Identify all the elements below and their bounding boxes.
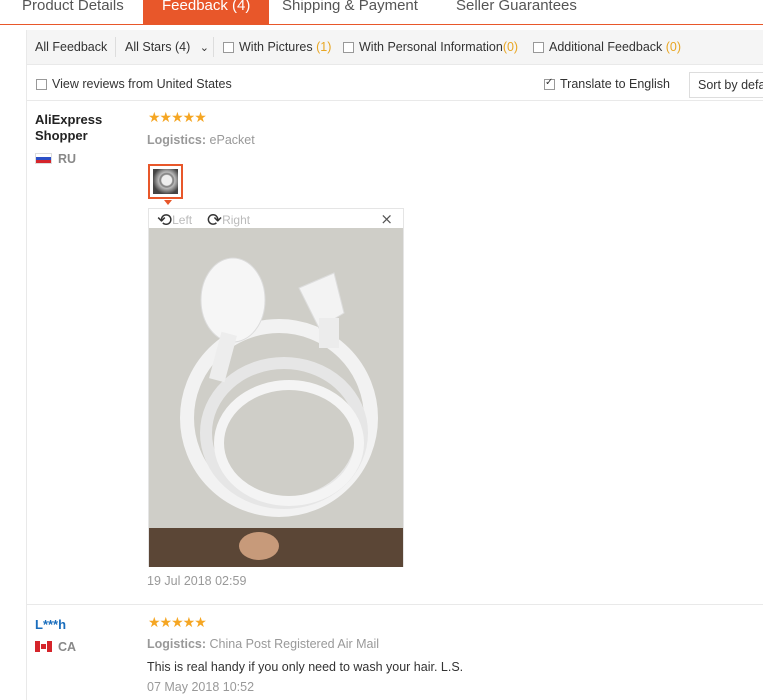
with-pictures-count: (1): [316, 40, 332, 54]
review-item: AliExpress Shopper RU ★★★★★ Logistics: e…: [27, 100, 763, 605]
view-from-us-checkbox[interactable]: [36, 79, 47, 90]
photo-viewer-toolbar: ⟲Left ⟳Right ×: [149, 209, 403, 231]
tab-shipping-payment[interactable]: Shipping & Payment: [282, 0, 418, 24]
sort-label: Sort by default: [698, 78, 763, 92]
review-photo: [149, 228, 403, 567]
reviewer-name-link[interactable]: L***h: [35, 617, 66, 633]
additional-feedback-count: (0): [665, 40, 682, 54]
tab-product-details[interactable]: Product Details: [22, 0, 124, 24]
with-pictures-filter[interactable]: With Pictures (1): [223, 40, 331, 54]
shower-head-photo: [149, 228, 403, 567]
logistics-info: Logistics: ePacket: [147, 133, 255, 147]
with-personal-info-filter[interactable]: With Personal Information(0): [343, 40, 518, 54]
photo-viewer: ⟲Left ⟳Right ×: [148, 208, 404, 567]
close-icon[interactable]: ×: [380, 210, 393, 228]
review-photo-thumbnail[interactable]: [148, 164, 183, 199]
with-personal-info-count: (0): [502, 40, 519, 54]
all-stars-label: All Stars (4): [125, 40, 191, 54]
logistics-info: Logistics: China Post Registered Air Mai…: [147, 637, 379, 651]
review-date: 19 Jul 2018 02:59: [147, 574, 247, 588]
feedback-options-row: View reviews from United States Translat…: [27, 67, 763, 101]
additional-feedback-checkbox[interactable]: [533, 42, 544, 53]
tab-feedback[interactable]: Feedback (4): [143, 0, 270, 24]
tab-seller-guarantees[interactable]: Seller Guarantees: [456, 0, 577, 24]
with-pictures-checkbox[interactable]: [223, 42, 234, 53]
tab-bar: Product Details Feedback (4) Shipping & …: [0, 0, 763, 25]
feedback-filter-bar: All Feedback All Stars (4) ⌄ With Pictur…: [27, 30, 763, 65]
reviewer-name: AliExpress Shopper: [35, 112, 103, 143]
logistics-value: China Post Registered Air Mail: [209, 637, 380, 651]
reviewer-country: CA: [35, 640, 76, 654]
divider: [115, 37, 116, 57]
logistics-label: Logistics:: [147, 637, 207, 651]
thumbnail-pointer-icon: [164, 200, 172, 205]
rotate-right-label: Right: [222, 213, 251, 227]
view-from-us-label: View reviews from United States: [52, 77, 232, 91]
star-rating: ★★★★★: [148, 615, 207, 631]
ca-flag-icon: [35, 641, 52, 652]
review-item: L***h CA ★★★★★ Logistics: China Post Reg…: [27, 605, 763, 700]
with-pictures-label: With Pictures: [239, 40, 313, 54]
star-rating: ★★★★★: [148, 110, 207, 126]
view-from-us-filter[interactable]: View reviews from United States: [36, 77, 232, 91]
translate-checkbox[interactable]: [544, 77, 555, 90]
additional-feedback-label: Additional Feedback: [549, 40, 663, 54]
sort-dropdown[interactable]: Sort by default: [689, 72, 763, 98]
with-personal-info-checkbox[interactable]: [343, 42, 354, 53]
thumbnail-image: [153, 169, 178, 194]
reviewer-country: RU: [35, 152, 76, 166]
with-personal-info-label: With Personal Information: [359, 40, 503, 54]
logistics-label: Logistics:: [147, 133, 207, 147]
review-text: This is real handy if you only need to w…: [147, 660, 464, 674]
country-code: RU: [58, 152, 77, 166]
divider: [213, 37, 214, 57]
review-date: 07 May 2018 10:52: [147, 680, 255, 694]
all-feedback-link[interactable]: All Feedback: [35, 40, 107, 54]
additional-feedback-filter[interactable]: Additional Feedback (0): [533, 40, 681, 54]
chevron-down-icon: ⌄: [199, 41, 209, 54]
ru-flag-icon: [35, 153, 52, 164]
translate-toggle[interactable]: Translate to English: [544, 77, 670, 91]
rotate-left-label: Left: [172, 213, 193, 227]
all-stars-dropdown[interactable]: All Stars (4) ⌄: [125, 40, 209, 54]
country-code: CA: [58, 640, 77, 654]
translate-label: Translate to English: [560, 77, 671, 91]
logistics-value: ePacket: [209, 133, 255, 147]
